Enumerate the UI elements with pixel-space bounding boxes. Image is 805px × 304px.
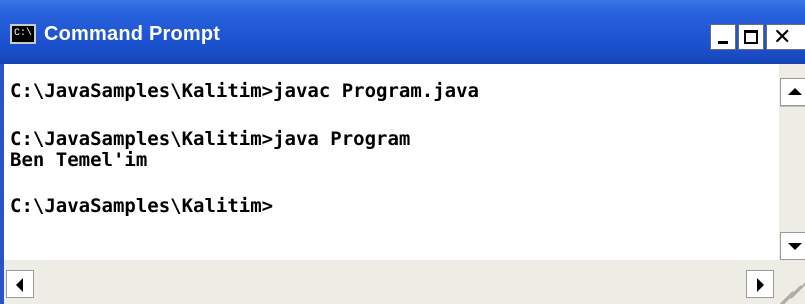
scroll-right-button[interactable] bbox=[746, 270, 774, 298]
command-prompt-window: C:\ Command Prompt ✕ C:\JavaSamples\Kali… bbox=[0, 0, 805, 304]
scroll-down-button[interactable] bbox=[780, 232, 805, 260]
close-icon: ✕ bbox=[773, 25, 792, 50]
minimize-icon bbox=[718, 41, 728, 44]
console-line: C:\JavaSamples\Kalitim>javac Program.jav… bbox=[10, 80, 479, 102]
title-bar[interactable]: C:\ Command Prompt ✕ bbox=[0, 0, 805, 64]
arrow-right-icon bbox=[757, 278, 764, 292]
scroll-thumb[interactable] bbox=[780, 106, 805, 107]
maximize-button[interactable] bbox=[738, 24, 764, 50]
scroll-left-button[interactable] bbox=[6, 270, 34, 298]
close-button[interactable]: ✕ bbox=[766, 24, 805, 50]
scroll-up-button[interactable] bbox=[780, 78, 805, 106]
console-output[interactable]: C:\JavaSamples\Kalitim>javac Program.jav… bbox=[4, 64, 779, 260]
console-line: Ben Temel'im bbox=[10, 149, 148, 171]
arrow-left-icon bbox=[16, 278, 23, 292]
maximize-icon bbox=[744, 30, 758, 44]
vertical-scrollbar[interactable] bbox=[779, 64, 805, 260]
window-title: Command Prompt bbox=[44, 23, 221, 45]
horizontal-scrollbar[interactable] bbox=[4, 260, 779, 304]
arrow-up-icon bbox=[788, 88, 802, 95]
arrow-down-icon bbox=[788, 243, 802, 250]
cmd-icon[interactable]: C:\ bbox=[10, 24, 36, 44]
minimize-button[interactable] bbox=[710, 24, 736, 50]
resize-grip-icon[interactable] bbox=[779, 260, 805, 304]
window-client-area: C:\JavaSamples\Kalitim>javac Program.jav… bbox=[4, 64, 805, 304]
console-line: C:\JavaSamples\Kalitim> bbox=[10, 195, 274, 217]
